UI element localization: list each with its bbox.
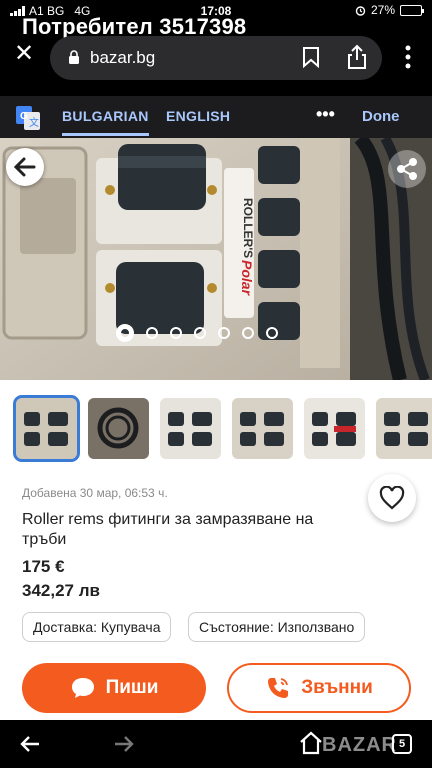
delivery-chip: Доставка: Купувача: [22, 612, 172, 642]
translate-bar: G 文 BULGARIAN ENGLISH ••• Done: [0, 96, 432, 138]
gallery-back-button[interactable]: [6, 148, 44, 186]
favorite-button[interactable]: [368, 474, 416, 522]
thumbnail[interactable]: [13, 395, 80, 462]
gallery-dot[interactable]: [146, 327, 158, 339]
arrow-left-icon: [13, 157, 36, 177]
svg-text:G: G: [20, 111, 28, 122]
svg-text:ROLLER'S: ROLLER'S: [241, 198, 255, 258]
tab-count-button[interactable]: 5: [392, 734, 412, 754]
battery-percent: 27%: [370, 3, 395, 17]
translate-done-button[interactable]: Done: [362, 108, 400, 125]
product-photo: ROLLER'S Polar: [0, 138, 432, 380]
condition-chip: Състояние: Използвано: [188, 612, 366, 642]
battery-icon: [400, 4, 424, 16]
bookmark-icon[interactable]: [302, 46, 320, 68]
call-label: Звънни: [301, 677, 373, 698]
gallery-dot[interactable]: [218, 327, 230, 339]
write-message-button[interactable]: Пиши: [22, 663, 206, 713]
gallery-dot[interactable]: [194, 327, 206, 339]
site-watermark: BAZAR: [322, 734, 397, 756]
close-icon[interactable]: ✕: [10, 40, 38, 68]
write-message-label: Пиши: [105, 677, 159, 698]
svg-text:Polar: Polar: [239, 260, 255, 297]
gallery-share-button[interactable]: [388, 150, 426, 188]
arrow-left-icon[interactable]: [18, 732, 42, 756]
price-bgn: 342,27 лв: [22, 581, 100, 600]
gallery-dot[interactable]: [266, 327, 278, 339]
listing-title: Roller rems фитинги за замразяване на тр…: [22, 511, 314, 548]
thumbnail-strip: [13, 395, 432, 462]
gallery-dot[interactable]: [242, 327, 254, 339]
translate-more-icon[interactable]: •••: [316, 104, 335, 125]
share-icon[interactable]: [346, 44, 368, 70]
alarm-icon: [355, 5, 366, 16]
heart-outline-icon: [379, 486, 405, 510]
listing-panel: Добавена 30 мар, 06:53 ч. Roller rems фи…: [0, 380, 432, 720]
home-icon[interactable]: [298, 730, 324, 756]
lock-icon: [69, 50, 79, 64]
status-right: 27%: [355, 3, 424, 17]
gallery-dot[interactable]: [116, 324, 134, 342]
address-bar[interactable]: bazar.bg: [50, 36, 382, 80]
image-gallery[interactable]: ROLLER'S Polar: [0, 138, 432, 380]
chat-bubble-icon: [71, 678, 94, 698]
gallery-dot[interactable]: [170, 327, 182, 339]
price-eur: 175 €: [22, 557, 65, 576]
arrow-right-icon[interactable]: [112, 732, 136, 756]
gallery-pagination: [116, 324, 278, 342]
language-tab-bulgarian[interactable]: BULGARIAN: [62, 108, 149, 136]
language-tab-english[interactable]: ENGLISH: [166, 108, 230, 124]
thumbnail[interactable]: [232, 398, 293, 459]
share-network-icon: [397, 158, 417, 180]
more-vertical-icon[interactable]: [394, 42, 422, 72]
thumbnail[interactable]: [304, 398, 365, 459]
svg-text:文: 文: [29, 116, 39, 129]
url-text: bazar.bg: [90, 48, 156, 67]
thumbnail[interactable]: [160, 398, 221, 459]
browser-bottom-bar: BAZAR 5: [0, 720, 432, 768]
call-button[interactable]: Звънни: [227, 663, 411, 713]
phone-icon: [268, 678, 289, 698]
thumbnail[interactable]: [376, 398, 432, 459]
google-translate-icon: G 文: [16, 106, 40, 130]
listing-date: Добавена 30 мар, 06:53 ч.: [22, 486, 168, 500]
thumbnail[interactable]: [88, 398, 149, 459]
